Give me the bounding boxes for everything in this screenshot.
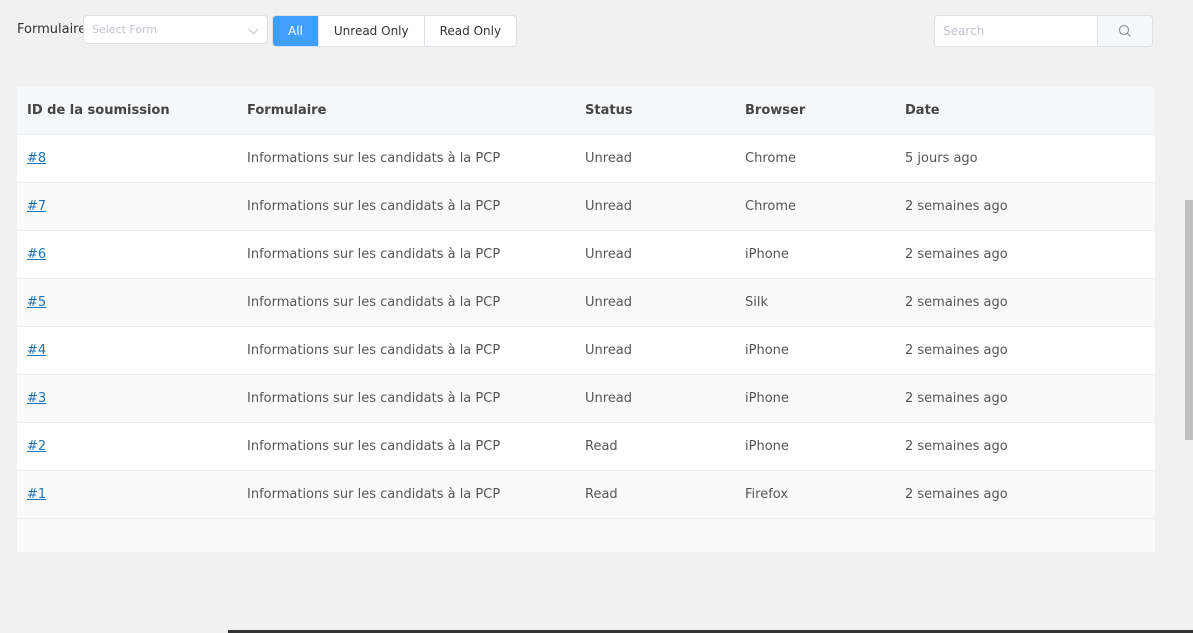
form-cell: Informations sur les candidats à la PCP bbox=[237, 374, 575, 423]
status-cell: Unread bbox=[575, 278, 735, 327]
table-row: #1 Informations sur les candidats à la P… bbox=[17, 470, 1155, 519]
status-cell: Unread bbox=[575, 230, 735, 279]
status-unread-only-button[interactable]: Unread Only bbox=[319, 16, 425, 46]
search-button[interactable] bbox=[1097, 16, 1152, 46]
form-select[interactable]: Select Form bbox=[83, 15, 268, 44]
table-row: #8 Informations sur les candidats à la P… bbox=[17, 134, 1155, 183]
status-read-only-button[interactable]: Read Only bbox=[425, 16, 516, 46]
submission-id-link[interactable]: #8 bbox=[27, 151, 46, 166]
column-header-date[interactable]: Date bbox=[895, 87, 1155, 135]
date-cell: 2 semaines ago bbox=[895, 470, 1155, 519]
form-cell: Informations sur les candidats à la PCP bbox=[237, 182, 575, 231]
browser-cell: iPhone bbox=[735, 422, 895, 471]
browser-cell: iPhone bbox=[735, 374, 895, 423]
submissions-table-container: ID de la soumission Formulaire Status Br… bbox=[17, 87, 1155, 552]
status-filter-group: All Unread Only Read Only bbox=[272, 15, 518, 47]
table-row: #7 Informations sur les candidats à la P… bbox=[17, 182, 1155, 231]
submission-id-link[interactable]: #1 bbox=[27, 487, 46, 502]
form-cell: Informations sur les candidats à la PCP bbox=[237, 134, 575, 183]
submission-id-link[interactable]: #7 bbox=[27, 199, 46, 214]
form-cell: Informations sur les candidats à la PCP bbox=[237, 278, 575, 327]
date-cell: 5 jours ago bbox=[895, 134, 1155, 183]
search-input[interactable] bbox=[935, 16, 1098, 46]
form-filter-label: Formulaire bbox=[17, 22, 87, 37]
form-cell: Informations sur les candidats à la PCP bbox=[237, 422, 575, 471]
search-icon bbox=[1118, 24, 1131, 37]
browser-cell: Chrome bbox=[735, 182, 895, 231]
browser-cell: Firefox bbox=[735, 470, 895, 519]
browser-cell: Silk bbox=[735, 278, 895, 327]
column-header-browser[interactable]: Browser bbox=[735, 87, 895, 135]
column-header-form[interactable]: Formulaire bbox=[237, 87, 575, 135]
vertical-scrollbar[interactable] bbox=[1185, 200, 1193, 440]
date-cell: 2 semaines ago bbox=[895, 278, 1155, 327]
chevron-down-icon bbox=[248, 24, 259, 35]
search-box bbox=[934, 15, 1153, 47]
browser-cell: Chrome bbox=[735, 134, 895, 183]
submission-id-link[interactable]: #3 bbox=[27, 391, 46, 406]
status-cell: Read bbox=[575, 422, 735, 471]
table-header-row: ID de la soumission Formulaire Status Br… bbox=[17, 87, 1155, 135]
table-row: #5 Informations sur les candidats à la P… bbox=[17, 278, 1155, 327]
filter-toolbar: Formulaire Select Form All Unread Only R… bbox=[0, 0, 1193, 60]
table-row: #6 Informations sur les candidats à la P… bbox=[17, 230, 1155, 279]
form-cell: Informations sur les candidats à la PCP bbox=[237, 326, 575, 375]
status-all-button[interactable]: All bbox=[273, 16, 319, 46]
browser-cell: iPhone bbox=[735, 326, 895, 375]
status-cell: Read bbox=[575, 470, 735, 519]
status-cell: Unread bbox=[575, 326, 735, 375]
table-row: #3 Informations sur les candidats à la P… bbox=[17, 374, 1155, 423]
submission-id-link[interactable]: #6 bbox=[27, 247, 46, 262]
column-header-status[interactable]: Status bbox=[575, 87, 735, 135]
date-cell: 2 semaines ago bbox=[895, 422, 1155, 471]
table-row: #2 Informations sur les candidats à la P… bbox=[17, 422, 1155, 471]
form-select-placeholder: Select Form bbox=[92, 23, 158, 36]
form-cell: Informations sur les candidats à la PCP bbox=[237, 470, 575, 519]
date-cell: 2 semaines ago bbox=[895, 230, 1155, 279]
date-cell: 2 semaines ago bbox=[895, 374, 1155, 423]
submissions-table: ID de la soumission Formulaire Status Br… bbox=[17, 87, 1155, 519]
status-cell: Unread bbox=[575, 374, 735, 423]
submission-id-link[interactable]: #5 bbox=[27, 295, 46, 310]
status-cell: Unread bbox=[575, 182, 735, 231]
date-cell: 2 semaines ago bbox=[895, 182, 1155, 231]
submission-id-link[interactable]: #4 bbox=[27, 343, 46, 358]
table-row: #4 Informations sur les candidats à la P… bbox=[17, 326, 1155, 375]
status-cell: Unread bbox=[575, 134, 735, 183]
form-cell: Informations sur les candidats à la PCP bbox=[237, 230, 575, 279]
browser-cell: iPhone bbox=[735, 230, 895, 279]
column-header-id[interactable]: ID de la soumission bbox=[17, 87, 237, 135]
date-cell: 2 semaines ago bbox=[895, 326, 1155, 375]
submission-id-link[interactable]: #2 bbox=[27, 439, 46, 454]
